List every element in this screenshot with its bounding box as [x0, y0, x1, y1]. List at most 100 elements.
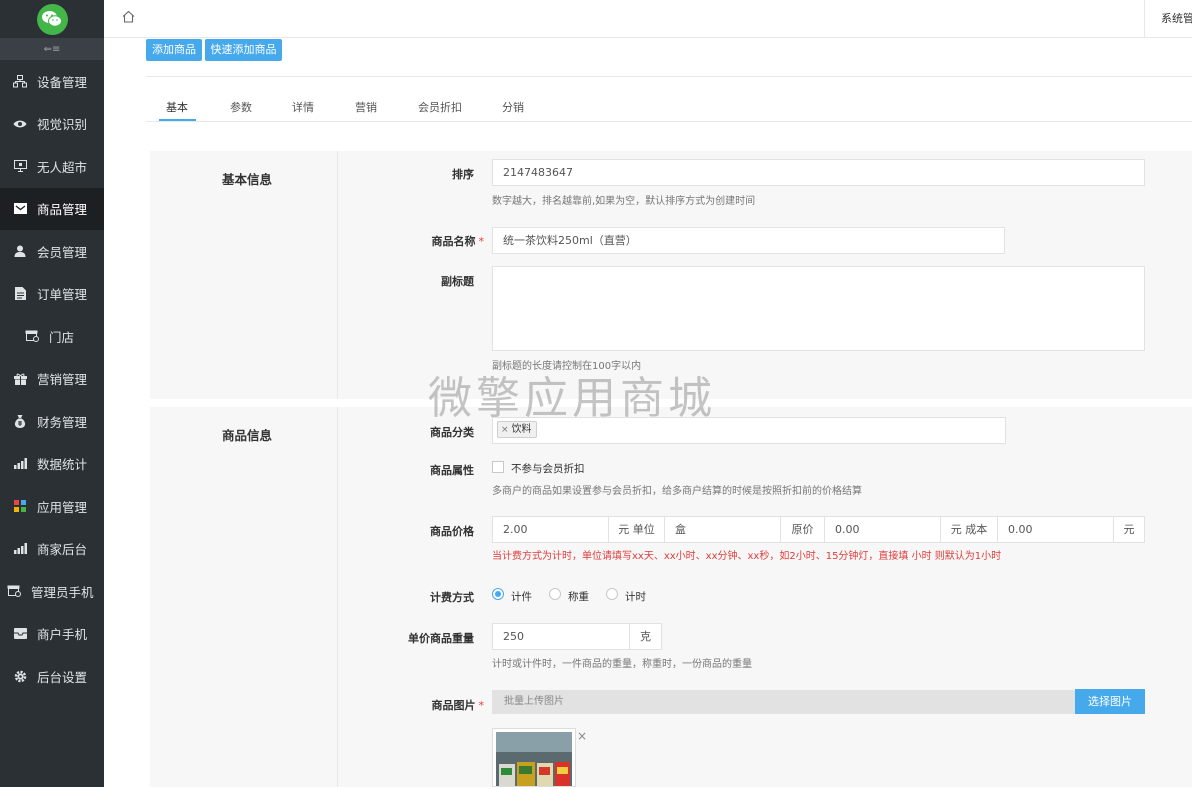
sidebar-item-merchant-mobile[interactable]: 商户手机 — [0, 613, 104, 656]
section-title-goods: 商品信息 — [221, 428, 272, 443]
device-icon — [12, 74, 28, 88]
sidebar-item-label: 门店 — [49, 329, 75, 345]
logo[interactable] — [0, 0, 104, 38]
no-member-discount-checkbox[interactable] — [492, 461, 504, 473]
sidebar-item-apps[interactable]: 应用管理 — [0, 485, 104, 528]
money-bag-icon — [12, 414, 28, 428]
no-member-discount-label: 不参与会员折扣 — [511, 463, 585, 475]
sidebar-item-label: 设备管理 — [37, 74, 88, 90]
sidebar-item-label: 视觉识别 — [37, 117, 88, 133]
price-label: 商品价格 — [430, 525, 474, 538]
weight-label: 单价商品重量 — [408, 632, 474, 645]
goods-images-label-text: 商品图片 — [431, 699, 476, 712]
home-icon[interactable] — [122, 10, 135, 26]
sidebar-item-label: 无人超市 — [37, 159, 88, 175]
sidebar-item-unmanned-store[interactable]: 无人超市 — [0, 145, 104, 188]
goods-image-thumbnail[interactable] — [492, 728, 576, 787]
system-user-menu[interactable]: 系统管 — [1144, 0, 1192, 38]
cost-yuan-addon: 元 — [1113, 516, 1145, 543]
sidebar-item-label: 数据统计 — [37, 457, 88, 473]
weight-unit-addon: 克 — [629, 623, 662, 650]
tab-details[interactable]: 详情 — [292, 99, 314, 115]
divider — [146, 76, 1192, 77]
tab-distribution[interactable]: 分销 — [502, 99, 524, 115]
goods-info-section: 商品信息 — [150, 407, 1192, 787]
sidebar-item-marketing[interactable]: 营销管理 — [0, 358, 104, 401]
goods-name-input[interactable]: 统一茶饮料250ml（直营） — [492, 227, 1005, 254]
add-goods-button[interactable]: 添加商品 — [146, 39, 202, 61]
original-price-addon: 原价 — [780, 516, 825, 543]
sidebar-item-goods[interactable]: 商品管理 — [0, 187, 104, 230]
tab-basic[interactable]: 基本 — [166, 99, 188, 115]
system-user-label: 系统管 — [1161, 12, 1192, 25]
wechat-logo-icon — [36, 3, 68, 35]
sidebar-item-settings[interactable]: 后台设置 — [0, 655, 104, 698]
sidebar-item-orders[interactable]: 订单管理 — [0, 273, 104, 316]
attribute-hint: 多商户的商品如果设置参与会员折扣，给多商户结算的时候是按照折扣前的价格结算 — [492, 486, 862, 497]
store-icon — [24, 329, 40, 343]
price-input[interactable]: 2.00 — [492, 516, 609, 543]
billing-option-label: 称重 — [568, 591, 589, 603]
subtitle-label: 副标题 — [441, 275, 474, 288]
goods-images-label: 商品图片 * — [390, 697, 485, 713]
eye-icon — [12, 117, 28, 131]
billing-label: 计费方式 — [430, 591, 474, 604]
apps-icon — [12, 499, 28, 513]
watermark: 微擎应用商城 — [428, 373, 716, 424]
sidebar-collapse-toggle[interactable]: ⇐≡ — [0, 38, 104, 60]
sidebar-item-label: 管理员手机 — [31, 584, 94, 600]
tab-params[interactable]: 参数 — [230, 99, 252, 115]
goods-name-label: 商品名称 * — [390, 233, 485, 249]
weight-input[interactable]: 250 — [492, 623, 630, 650]
attribute-label: 商品属性 — [430, 464, 474, 477]
bar-chart-icon — [12, 457, 28, 471]
sidebar-item-merchant-backend[interactable]: 商家后台 — [0, 528, 104, 571]
original-price-input[interactable]: 0.00 — [824, 516, 941, 543]
sidebar-item-members[interactable]: 会员管理 — [0, 230, 104, 273]
tab-member-discount[interactable]: 会员折扣 — [418, 99, 462, 115]
sidebar-item-label: 订单管理 — [37, 287, 88, 303]
sidebar-item-finance[interactable]: 财务管理 — [0, 400, 104, 443]
cost-input[interactable]: 0.00 — [997, 516, 1114, 543]
sidebar-item-label: 会员管理 — [37, 244, 88, 260]
sidebar-item-store[interactable]: 门店 — [0, 315, 104, 358]
sort-hint: 数字越大，排名越靠前,如果为空，默认排序方式为创建时间 — [492, 196, 756, 207]
sidebar-item-label: 商家后台 — [37, 542, 88, 558]
sidebar-item-label: 应用管理 — [37, 499, 88, 515]
sort-input[interactable]: 2147483647 — [492, 159, 1145, 186]
quick-add-goods-button[interactable]: 快速添加商品 — [205, 39, 282, 61]
billing-radio-weight[interactable] — [549, 588, 561, 600]
gift-icon — [12, 372, 28, 386]
sidebar-item-label: 商户手机 — [37, 627, 88, 643]
sidebar-item-label: 商品管理 — [37, 202, 88, 218]
goods-name-label-text: 商品名称 — [431, 235, 476, 248]
sidebar-item-vision[interactable]: 视觉识别 — [0, 103, 104, 146]
subtitle-textarea[interactable] — [492, 266, 1145, 351]
sidebar-item-label: 后台设置 — [37, 669, 88, 685]
sidebar: ⇐≡ 设备管理 视觉识别 无人超市 商品管理 会员管理 订单管理 门店 营销管理… — [0, 0, 104, 787]
category-label: 商品分类 — [430, 426, 474, 439]
billing-radio-piece[interactable] — [492, 588, 504, 600]
bar-chart-icon — [12, 542, 28, 556]
select-image-button[interactable]: 选择图片 — [1075, 689, 1145, 714]
batch-upload-field[interactable]: 批量上传图片 — [492, 690, 1076, 714]
sidebar-item-statistics[interactable]: 数据统计 — [0, 443, 104, 486]
sidebar-item-admin-mobile[interactable]: 管理员手机 — [0, 570, 104, 613]
unit-input[interactable]: 盒 — [664, 516, 781, 543]
cost-addon: 元 成本 — [940, 516, 998, 543]
top-bar: 系统管 — [104, 0, 1192, 38]
section-label-column — [150, 407, 338, 787]
price-hint: 当计费方式为计时，单位请填写xx天、xx小时、xx分钟、xx秒，如2小时、15分… — [492, 551, 1002, 562]
sidebar-item-device[interactable]: 设备管理 — [0, 60, 104, 103]
sort-label: 排序 — [452, 168, 474, 181]
sidebar-item-label: 财务管理 — [37, 414, 88, 430]
user-icon — [12, 244, 28, 258]
remove-image-icon[interactable]: × — [577, 729, 587, 743]
price-unit-addon: 元 单位 — [608, 516, 665, 543]
goods-icon — [12, 202, 28, 216]
billing-option-label: 计时 — [625, 591, 646, 603]
tab-marketing[interactable]: 营销 — [355, 99, 377, 115]
tag-remove-icon[interactable]: × — [501, 425, 509, 435]
section-label-column — [150, 151, 338, 399]
billing-radio-time[interactable] — [606, 588, 618, 600]
